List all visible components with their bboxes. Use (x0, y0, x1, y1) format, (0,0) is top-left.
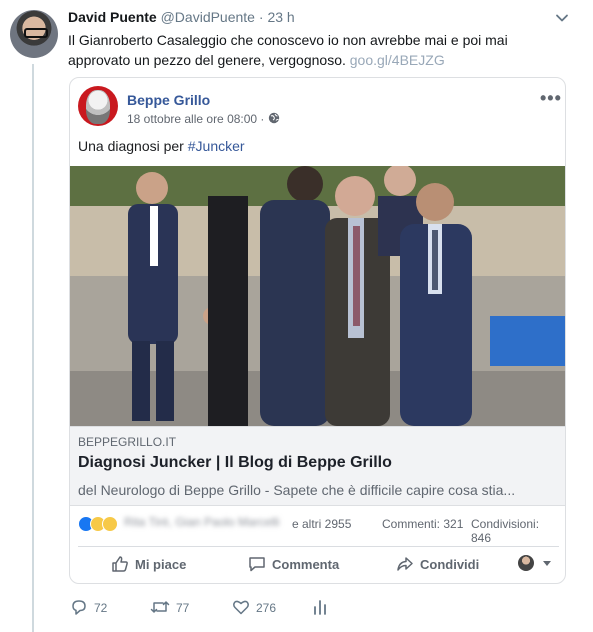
thread-line (32, 64, 34, 632)
hashtag-link[interactable]: #Juncker (188, 138, 245, 154)
analytics-icon (314, 600, 326, 615)
like-label: Mi piace (135, 557, 187, 572)
comment-button[interactable]: Commenta (248, 555, 339, 573)
reactions-bar: Rita Tirè, Gian Paolo Marcelli e altri 2… (78, 514, 560, 545)
share-label: Condividi (420, 557, 480, 572)
tweet-like-button[interactable]: 276 (232, 598, 276, 616)
thumbs-up-icon (112, 556, 128, 572)
share-icon (397, 557, 413, 571)
post-photo[interactable] (70, 166, 565, 426)
reply-button[interactable]: 72 (70, 598, 107, 616)
reaction-others-count[interactable]: e altri 2955 (292, 517, 351, 531)
like-button[interactable]: Mi piace (111, 555, 186, 573)
shares-count[interactable]: Condivisioni: 846 (471, 517, 560, 545)
user-avatar (518, 555, 534, 571)
link-domain: BEPPEGRILLO.IT (78, 435, 177, 449)
page-name[interactable]: Beppe Grillo (127, 92, 210, 108)
retweet-count: 77 (176, 601, 190, 615)
more-options-icon[interactable]: ••• (540, 88, 562, 109)
author-name[interactable]: David Puente (68, 9, 157, 25)
tweet-timestamp[interactable]: 23 h (267, 9, 294, 25)
comments-count[interactable]: Commenti: 321 (382, 517, 463, 531)
author-handle[interactable]: @DavidPuente (161, 9, 255, 25)
reply-icon (72, 600, 86, 615)
separator-dot: · (258, 9, 264, 25)
comment-icon (249, 557, 265, 572)
post-text: Una diagnosi per #Juncker (78, 138, 245, 154)
like-count: 276 (256, 601, 277, 615)
wow-reaction-icon[interactable] (102, 516, 118, 532)
reaction-names-blurred: Rita Tirè, Gian Paolo Marcelli (124, 515, 280, 529)
globe-icon (268, 112, 280, 124)
retweet-button[interactable]: 77 (150, 598, 189, 616)
tweet-actions: 72 77 276 (70, 598, 370, 618)
tweet-text: Il Gianroberto Casaleggio che conoscevo … (68, 30, 568, 70)
tweet-header: David Puente @DavidPuente · 23 h (68, 9, 295, 25)
analytics-button[interactable] (312, 598, 334, 616)
facebook-action-bar: Mi piace Commenta Condividi (78, 546, 559, 578)
chevron-down-icon[interactable] (554, 10, 570, 26)
tweet-link[interactable]: goo.gl/4BEJZG (350, 52, 445, 68)
page-avatar[interactable] (78, 86, 118, 126)
caret-down-icon (542, 561, 551, 566)
link-preview[interactable]: BEPPEGRILLO.IT Diagnosi Juncker | Il Blo… (70, 426, 565, 506)
audience-selector[interactable] (518, 555, 558, 571)
comment-label: Commenta (272, 557, 340, 572)
retweet-icon (150, 601, 170, 613)
post-body: Una diagnosi per (78, 138, 184, 154)
author-avatar[interactable] (10, 10, 58, 58)
heart-icon (233, 600, 249, 615)
facebook-embed-card[interactable]: Beppe Grillo 18 ottobre alle ore 08:00 ·… (69, 77, 566, 584)
link-description: del Neurologo di Beppe Grillo - Sapete c… (78, 482, 516, 498)
share-button[interactable]: Condividi (396, 555, 479, 573)
link-title[interactable]: Diagnosi Juncker | Il Blog di Beppe Gril… (78, 454, 392, 472)
post-date[interactable]: 18 ottobre alle ore 08:00 · (127, 112, 264, 126)
reply-count: 72 (94, 601, 108, 615)
